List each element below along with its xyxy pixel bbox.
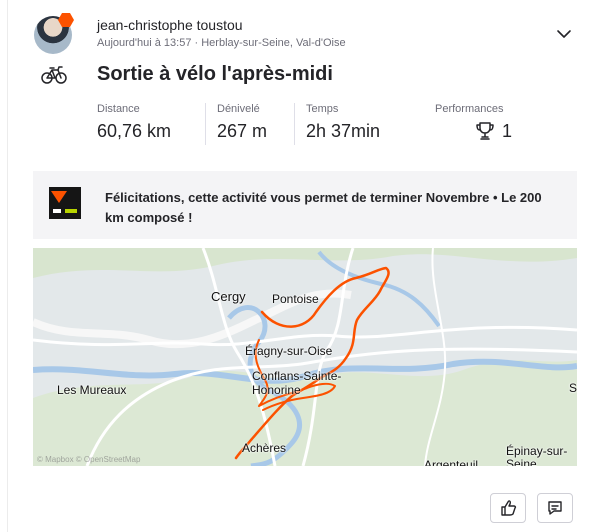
stat-distance: Distance 60,76 km — [97, 103, 171, 145]
chevron-down-icon[interactable] — [556, 28, 572, 40]
activity-card: jean-christophe toustou Aujourd'hui à 13… — [7, 0, 593, 532]
strava-badge-icon — [58, 12, 74, 28]
challenge-notice[interactable]: Félicitations, cette activité vous perme… — [33, 171, 577, 239]
comment-icon — [548, 501, 562, 515]
stat-label: Temps — [306, 103, 339, 115]
map-label-cergy: Cergy — [211, 289, 246, 304]
challenge-badge-icon — [49, 187, 81, 219]
stat-elevation: Dénivelé 267 m — [205, 103, 267, 145]
kudos-button[interactable] — [490, 493, 526, 523]
map-label-conflans: Conflans-Sainte-Honorine — [252, 369, 342, 397]
map-label-pontoise: Pontoise — [272, 292, 319, 306]
bike-icon — [41, 66, 67, 84]
map-attribution: © Mapbox © OpenStreetMap — [37, 455, 141, 464]
map-label-acheres: Achères — [242, 441, 287, 455]
performance-value: 1 — [435, 120, 512, 142]
thumbs-up-icon — [501, 500, 517, 516]
map-label-argenteuil: Argenteuil — [424, 458, 479, 466]
activity-meta: Aujourd'hui à 13:57 · Herblay-sur-Seine,… — [97, 37, 346, 49]
stat-label: Performances — [435, 103, 504, 115]
trophy-icon — [476, 122, 494, 140]
route-map[interactable]: Cergy Pontoise Éragny-sur-Oise Conflans-… — [33, 248, 577, 466]
stat-label: Dénivelé — [217, 103, 260, 115]
map-label-s: S — [569, 381, 577, 395]
map-label-epinay: Épinay-sur-Seine — [506, 444, 568, 467]
stat-time: Temps 2h 37min — [294, 103, 380, 145]
stat-value: 2h 37min — [306, 121, 381, 141]
stat-value: 1 — [502, 120, 513, 141]
stat-performances: Performances 1 — [435, 103, 512, 145]
stat-value: 267 m — [217, 121, 268, 141]
challenge-notice-text: Félicitations, cette activité vous perme… — [105, 190, 542, 225]
map-label-eragny: Éragny-sur-Oise — [245, 344, 333, 358]
stat-value: 60,76 km — [97, 121, 172, 141]
athlete-avatar[interactable] — [34, 12, 74, 54]
comment-button[interactable] — [537, 493, 573, 523]
activity-title[interactable]: Sortie à vélo l'après-midi — [97, 63, 333, 86]
athlete-name[interactable]: jean-christophe toustou — [97, 17, 243, 33]
stat-label: Distance — [97, 103, 140, 115]
map-label-les-mureaux: Les Mureaux — [57, 383, 127, 397]
